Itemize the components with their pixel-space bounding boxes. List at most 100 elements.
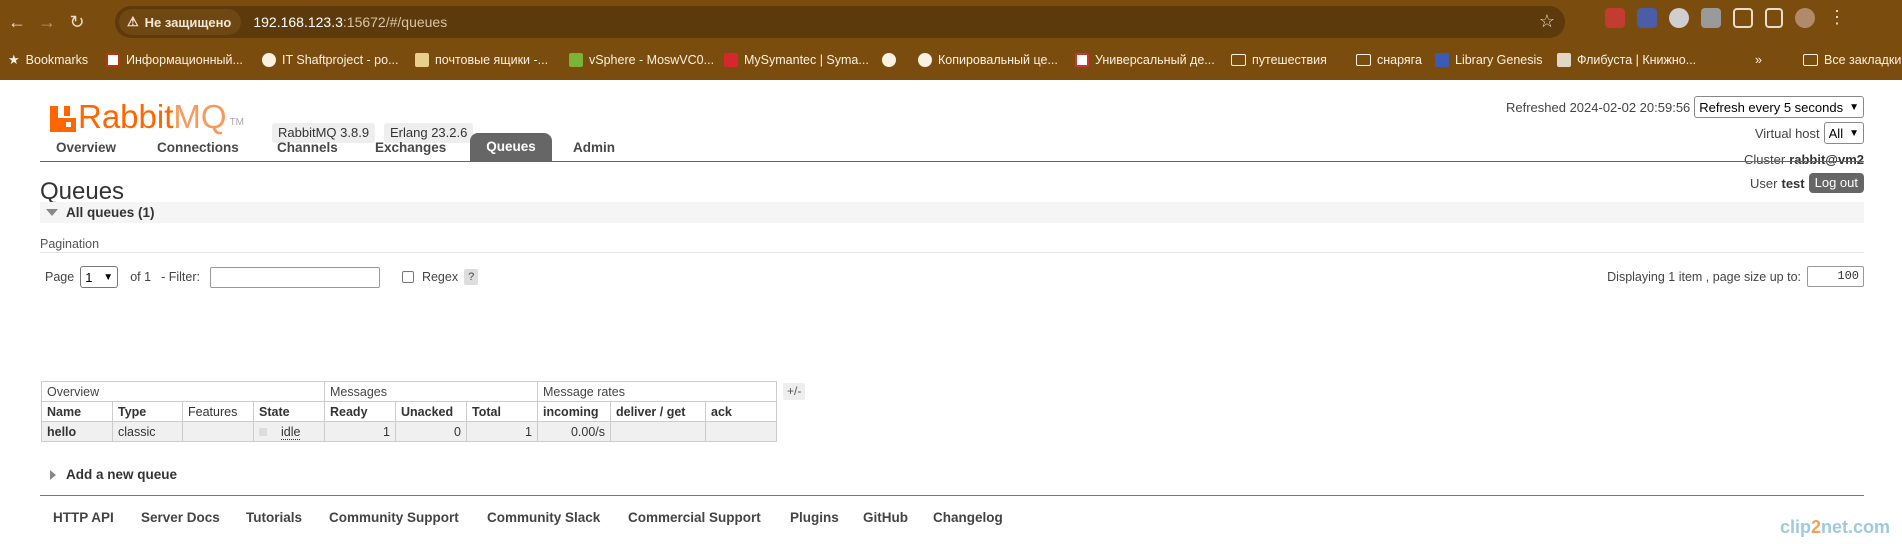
forward-icon[interactable]: → bbox=[32, 7, 62, 37]
tab-queues[interactable]: Queues bbox=[470, 133, 552, 161]
queue-ready: 1 bbox=[324, 421, 396, 442]
site-icon bbox=[415, 53, 429, 67]
all-bookmarks[interactable]: Все закладки bbox=[1803, 48, 1901, 72]
bookmark-item[interactable]: Флибуста | Книжно... bbox=[1557, 48, 1696, 72]
footer-link-community-support[interactable]: Community Support bbox=[329, 510, 459, 525]
bookmark-item[interactable]: Информационный... bbox=[106, 48, 243, 72]
reload-icon[interactable]: ↻ bbox=[62, 7, 92, 37]
col-name[interactable]: Name bbox=[41, 401, 113, 422]
bookmark-item[interactable]: Универсальный де... bbox=[1075, 48, 1215, 72]
bookmark-label: vSphere - MoswVC0... bbox=[589, 53, 715, 67]
bookmark-item[interactable]: Копировальный це... bbox=[918, 48, 1058, 72]
page-select-value: 1 bbox=[85, 269, 93, 285]
footer-link-server-docs[interactable]: Server Docs bbox=[141, 510, 220, 525]
sidebar-icon[interactable] bbox=[1765, 8, 1783, 28]
logout-button[interactable]: Log out bbox=[1808, 173, 1864, 193]
tab-overview[interactable]: Overview bbox=[44, 135, 128, 161]
folder-icon bbox=[1231, 54, 1246, 66]
bookmark-item[interactable] bbox=[882, 48, 896, 72]
col-incoming[interactable]: incoming bbox=[537, 401, 611, 422]
col-type[interactable]: Type bbox=[112, 401, 183, 422]
bookmark-item[interactable]: IT Shaftproject - ро... bbox=[262, 48, 399, 72]
regex-help-button[interactable]: ? bbox=[464, 269, 479, 285]
extension-icon[interactable] bbox=[1701, 8, 1721, 28]
column-options-button[interactable]: +/- bbox=[783, 383, 806, 400]
bookmark-label: Bookmarks bbox=[25, 53, 89, 67]
security-chip[interactable]: ⚠ Не защищено bbox=[119, 9, 242, 35]
footer-link-community-slack[interactable]: Community Slack bbox=[487, 510, 600, 525]
vsphere-icon bbox=[569, 53, 583, 67]
page-size-input[interactable]: 100 bbox=[1807, 266, 1864, 287]
col-ack[interactable]: ack bbox=[705, 401, 777, 422]
security-label: Не защищено bbox=[144, 14, 232, 30]
bookmark-folder[interactable]: снаряга bbox=[1356, 48, 1422, 72]
group-overview: Overview bbox=[41, 381, 325, 402]
rabbitmq-logo[interactable]: RabbitMQ TM bbox=[50, 98, 244, 135]
cluster-label: Cluster bbox=[1744, 151, 1786, 167]
col-state[interactable]: State bbox=[253, 401, 325, 422]
queue-name-link[interactable]: hello bbox=[41, 421, 113, 442]
bookmark-label: Универсальный де... bbox=[1095, 53, 1215, 67]
bookmark-folder[interactable]: путешествия bbox=[1231, 48, 1327, 72]
bookmark-item[interactable]: ★ Bookmarks bbox=[8, 48, 88, 72]
footer-link-changelog[interactable]: Changelog bbox=[933, 510, 1003, 525]
table-row[interactable]: hello classic idle 1 0 1 0.00/s bbox=[41, 421, 777, 442]
pagination-divider bbox=[40, 252, 1864, 253]
puzzle-icon[interactable] bbox=[1733, 8, 1753, 28]
queue-deliver-get bbox=[610, 421, 706, 442]
watermark-logo: clip2net.com bbox=[1779, 517, 1890, 537]
page-select[interactable]: 1 ▼ bbox=[80, 266, 119, 288]
refreshed-label: Refreshed 2024-02-02 20:59:56 bbox=[1505, 99, 1691, 115]
tab-connections[interactable]: Connections bbox=[145, 135, 251, 161]
queue-features bbox=[182, 421, 254, 442]
col-ready[interactable]: Ready bbox=[324, 401, 396, 422]
rabbitmq-logo-icon bbox=[50, 106, 76, 132]
col-deliver-get[interactable]: deliver / get bbox=[610, 401, 706, 422]
filter-input[interactable] bbox=[209, 266, 380, 288]
bookmark-label: снаряга bbox=[1377, 53, 1422, 67]
globe-icon bbox=[882, 53, 896, 67]
queue-ack bbox=[705, 421, 777, 442]
globe-icon bbox=[918, 53, 932, 67]
bookmark-item[interactable]: MySymantec | Syma... bbox=[724, 48, 869, 72]
profile-avatar[interactable] bbox=[1795, 8, 1815, 28]
refresh-select[interactable]: Refresh every 5 seconds ▼ bbox=[1694, 96, 1864, 118]
footer-link-github[interactable]: GitHub bbox=[863, 510, 908, 525]
regex-checkbox[interactable] bbox=[401, 271, 414, 283]
add-queue-section[interactable]: Add a new queue bbox=[50, 467, 177, 482]
address-bar[interactable]: ⚠ Не защищено 192.168.123.3:15672/#/queu… bbox=[115, 6, 1565, 38]
bookmark-item[interactable]: почтовые ящики -... bbox=[415, 48, 548, 72]
state-label: idle bbox=[281, 424, 301, 440]
col-features[interactable]: Features bbox=[182, 401, 254, 422]
more-bookmarks-icon[interactable]: » bbox=[1755, 48, 1762, 72]
footer-link-commercial-support[interactable]: Commercial Support bbox=[628, 510, 761, 525]
section-title: All queues (1) bbox=[66, 205, 155, 220]
footer-link-plugins[interactable]: Plugins bbox=[790, 510, 839, 525]
col-unacked[interactable]: Unacked bbox=[395, 401, 467, 422]
extension-icon[interactable] bbox=[1605, 8, 1625, 28]
all-queues-section-header[interactable]: All queues (1) bbox=[40, 202, 1864, 223]
queue-incoming: 0.00/s bbox=[537, 421, 611, 442]
tab-exchanges[interactable]: Exchanges bbox=[363, 135, 458, 161]
footer-link-tutorials[interactable]: Tutorials bbox=[246, 510, 302, 525]
bookmark-item[interactable]: vSphere - MoswVC0... bbox=[569, 48, 714, 72]
bookmark-star-icon[interactable]: ☆ bbox=[1539, 11, 1555, 32]
bookmark-item[interactable]: Library Genesis bbox=[1435, 48, 1543, 72]
col-total[interactable]: Total bbox=[466, 401, 538, 422]
extension-icon[interactable] bbox=[1669, 8, 1689, 28]
menu-icon[interactable]: ⋮ bbox=[1827, 8, 1847, 28]
url-host: 192.168.123.3 bbox=[253, 14, 343, 30]
bookmark-label: почтовые ящики -... bbox=[435, 53, 549, 67]
vhost-select[interactable]: All ▼ bbox=[1823, 122, 1864, 144]
queues-table: Overview Messages Message rates Name Typ… bbox=[41, 381, 777, 442]
extension-icon[interactable] bbox=[1637, 8, 1657, 28]
displaying-label: Displaying 1 item , page size up to: bbox=[1607, 269, 1801, 284]
logo-text: RabbitMQ bbox=[78, 98, 227, 135]
tab-admin[interactable]: Admin bbox=[561, 135, 627, 161]
state-indicator-icon bbox=[259, 428, 267, 437]
filter-label: - Filter: bbox=[161, 270, 200, 284]
footer-link-http-api[interactable]: HTTP API bbox=[53, 510, 114, 525]
chevron-down-icon: ▼ bbox=[103, 271, 114, 283]
tab-channels[interactable]: Channels bbox=[265, 135, 350, 161]
back-icon[interactable]: ← bbox=[2, 7, 32, 37]
